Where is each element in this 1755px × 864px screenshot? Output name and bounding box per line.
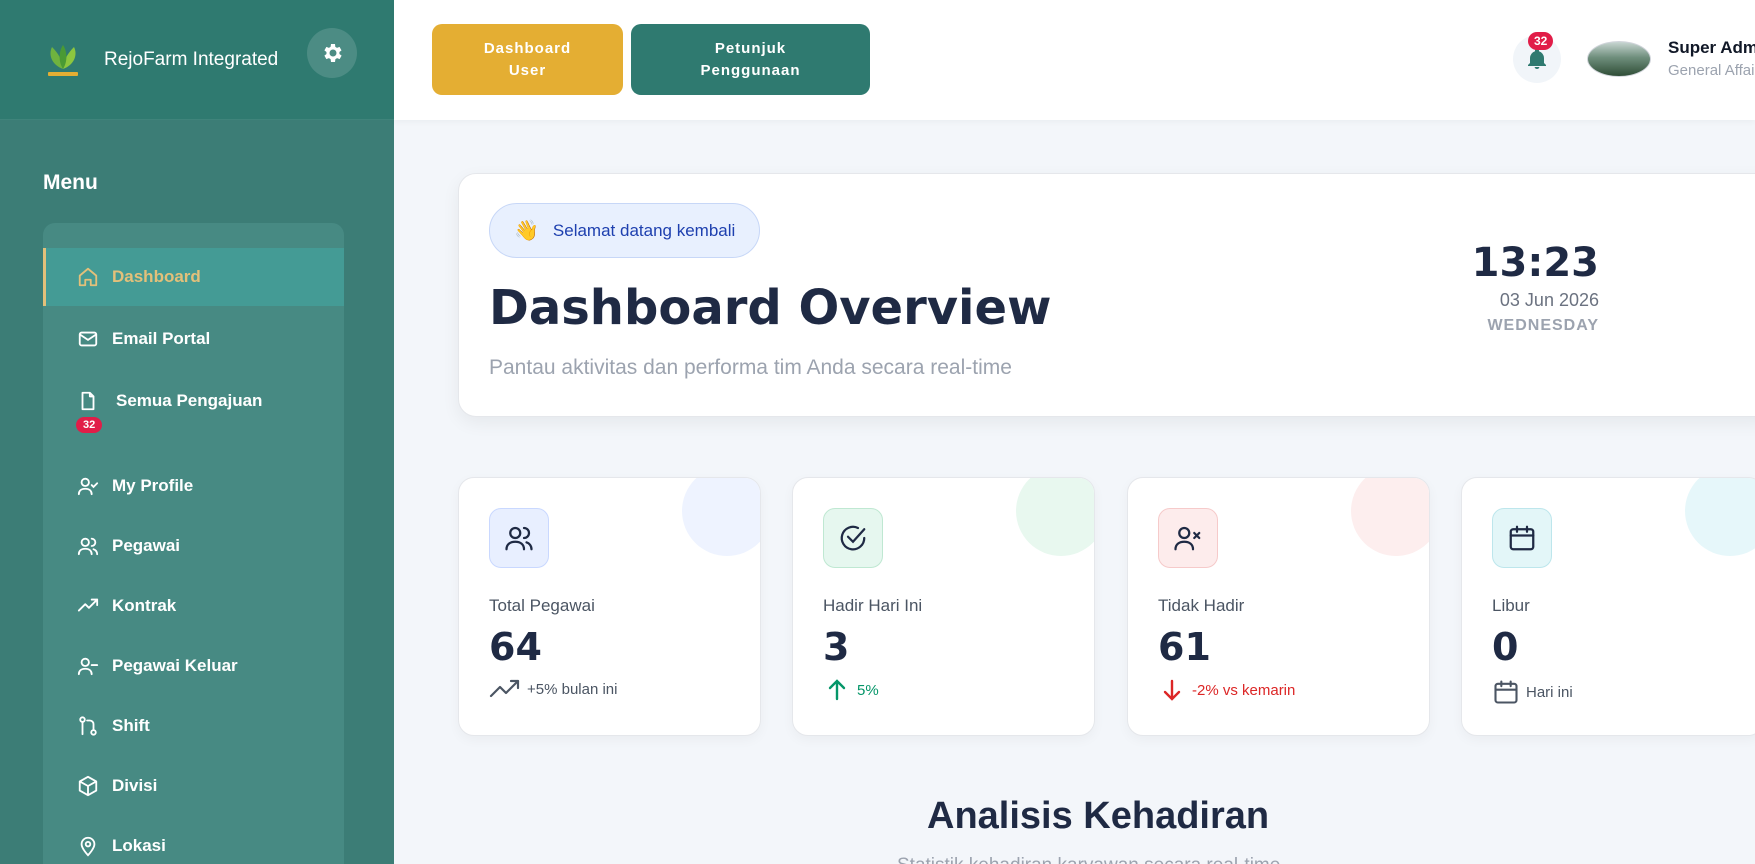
sidebar-item-label: Kontrak — [112, 596, 177, 615]
box-icon — [76, 774, 100, 798]
file-icon — [76, 389, 100, 413]
git-branch-icon — [76, 714, 100, 738]
calendar-icon — [1492, 508, 1552, 568]
arrow-up-icon — [828, 679, 846, 701]
stat-trend: -2% vs kemarin — [1158, 678, 1295, 702]
petunjuk-penggunaan-button[interactable]: Petunjuk Penggunaan — [631, 24, 870, 95]
user-name[interactable]: Super Admin — [1668, 38, 1755, 58]
card-decoration — [682, 478, 760, 556]
clock-date: 03 Jun 2026 — [1499, 290, 1599, 310]
rejofarm-logo[interactable] — [42, 39, 84, 81]
stat-trend-text: -2% vs kemarin — [1192, 681, 1296, 699]
card-decoration — [1351, 478, 1429, 556]
stat-value: 0 — [1492, 625, 1519, 669]
stat-trend-text: 5% — [857, 681, 879, 699]
stat-card-tidak-hadir[interactable]: Tidak Hadir 61 -2% vs kemarin — [1127, 477, 1430, 736]
sidebar-item-shift[interactable]: Shift — [43, 697, 344, 755]
stat-trend: 5% — [823, 678, 879, 702]
sidebar-item-label: Dashboard — [112, 267, 201, 286]
main-content: 👋 Selamat datang kembali Dashboard Overv… — [394, 120, 1755, 864]
stat-value: 64 — [489, 625, 542, 669]
sidebar-item-label: My Profile — [112, 476, 194, 495]
hero-card: 👋 Selamat datang kembali Dashboard Overv… — [458, 173, 1755, 417]
check-circle-icon — [823, 508, 883, 568]
trending-up-icon — [76, 594, 100, 618]
sidebar-item-label: Pegawai Keluar — [112, 656, 238, 675]
clock-day: WEDNESDAY — [1487, 317, 1599, 334]
mail-icon — [76, 327, 100, 351]
users-icon — [489, 508, 549, 568]
sidebar-item-label: Shift — [112, 716, 150, 735]
top-bar: Dashboard User Petunjuk Penggunaan 32 Su… — [394, 0, 1755, 120]
sidebar-item-semua-pengajuan[interactable]: Semua Pengajuan 32 — [43, 374, 344, 448]
card-decoration — [1685, 478, 1755, 556]
stat-trend: +5% bulan ini — [489, 678, 617, 700]
sidebar-item-label: Email Portal — [112, 329, 211, 348]
sidebar-item-label: Pegawai — [112, 536, 181, 555]
stat-trend-text: Hari ini — [1526, 683, 1573, 701]
dashboard-user-button[interactable]: Dashboard User — [432, 24, 623, 95]
menu-title: Menu — [43, 171, 98, 194]
dashboard-user-label-2: User — [508, 61, 547, 79]
welcome-text: Selamat datang kembali — [552, 220, 736, 240]
user-minus-icon — [76, 654, 100, 678]
home-icon — [76, 265, 100, 289]
user-x-icon — [1158, 508, 1218, 568]
pengajuan-count-badge: 32 — [76, 417, 103, 433]
user-check-icon — [76, 474, 100, 498]
map-pin-icon — [76, 834, 100, 858]
sidebar-item-pegawai-keluar[interactable]: Pegawai Keluar — [43, 637, 344, 695]
sidebar-item-my-profile[interactable]: My Profile — [43, 457, 344, 515]
wave-icon: 👋 — [514, 220, 539, 242]
sidebar-item-divisi[interactable]: Divisi — [43, 757, 344, 815]
page-subtitle: Pantau aktivitas dan performa tim Anda s… — [489, 356, 1012, 379]
stat-value: 61 — [1158, 625, 1211, 669]
sidebar-item-label: Divisi — [112, 776, 158, 795]
page-title: Dashboard Overview — [489, 280, 1052, 336]
sidebar-item-pegawai[interactable]: Pegawai — [43, 517, 344, 575]
analysis-subtitle: Statistik kehadiran karyawan secara real… — [897, 855, 1280, 864]
sidebar: RejoFarm Integrated Menu Dashboard Email… — [0, 0, 394, 864]
stat-card-hadir-hari-ini[interactable]: Hadir Hari Ini 3 5% — [792, 477, 1095, 736]
brand-name: RejoFarm Integrated — [104, 48, 279, 70]
calendar-icon — [1494, 680, 1518, 704]
avatar[interactable] — [1587, 41, 1651, 77]
dashboard-user-label-1: Dashboard — [483, 39, 572, 57]
trending-up-icon — [489, 679, 520, 698]
stat-value: 3 — [823, 625, 850, 669]
stat-card-total-pegawai[interactable]: Total Pegawai 64 +5% bulan ini — [458, 477, 761, 736]
card-decoration — [1016, 478, 1094, 556]
sidebar-item-email-portal[interactable]: Email Portal — [43, 310, 344, 368]
user-role: General Affair — [1668, 62, 1755, 79]
stat-trend: Hari ini — [1492, 678, 1573, 706]
stat-card-libur[interactable]: Libur 0 Hari ini — [1461, 477, 1755, 736]
clock-time: 13:23 — [1471, 240, 1599, 286]
bell-icon — [1528, 48, 1546, 69]
petunjuk-label-2: Penggunaan — [700, 61, 801, 79]
stat-trend-text: +5% bulan ini — [527, 680, 618, 698]
sidebar-item-kontrak[interactable]: Kontrak — [43, 577, 344, 635]
arrow-down-icon — [1163, 679, 1181, 701]
notification-count-badge: 32 — [1528, 32, 1554, 50]
settings-button[interactable] — [307, 28, 357, 78]
sidebar-item-label: Semua Pengajuan — [116, 391, 263, 410]
petunjuk-label-1: Petunjuk — [714, 39, 787, 57]
stat-label: Hadir Hari Ini — [823, 596, 923, 615]
stat-label: Libur — [1492, 596, 1530, 615]
stat-label: Tidak Hadir — [1158, 596, 1245, 615]
welcome-pill: 👋 Selamat datang kembali — [489, 203, 761, 258]
sidebar-item-lokasi[interactable]: Lokasi — [43, 817, 344, 864]
stat-label: Total Pegawai — [489, 596, 595, 615]
clock: 13:23 03 Jun 2026 WEDNESDAY — [1472, 240, 1599, 335]
sidebar-item-dashboard[interactable]: Dashboard — [43, 248, 344, 306]
users-icon — [76, 534, 100, 558]
analysis-title: Analisis Kehadiran — [927, 795, 1270, 837]
gear-icon — [324, 44, 342, 62]
sidebar-item-label: Lokasi — [112, 836, 166, 855]
